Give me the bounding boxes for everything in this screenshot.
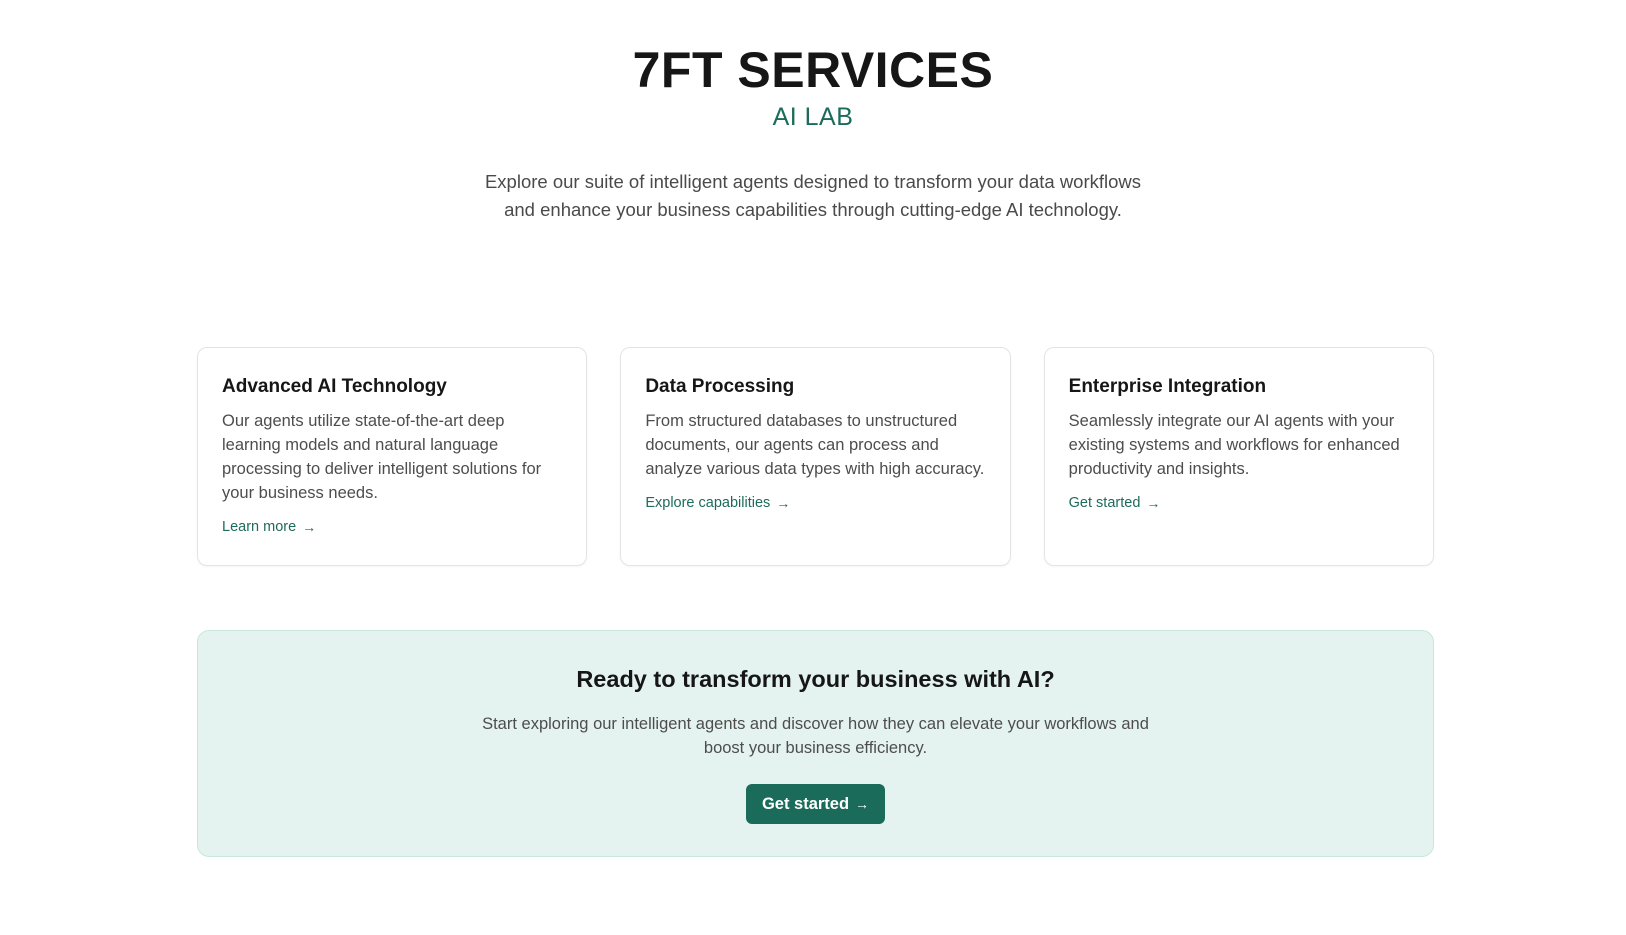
feature-cards: Advanced AI Technology Our agents utiliz… bbox=[197, 347, 1434, 566]
intro-text: Explore our suite of intelligent agents … bbox=[484, 171, 1142, 220]
card-advanced-ai: Advanced AI Technology Our agents utiliz… bbox=[197, 347, 588, 566]
card-title: Advanced AI Technology bbox=[222, 376, 447, 397]
arrow-right-icon: → bbox=[1146, 495, 1161, 511]
link-label: Explore capabilities bbox=[645, 495, 771, 511]
card-title: Enterprise Integration bbox=[1068, 376, 1267, 397]
card-body: Seamlessly integrate our AI agents with … bbox=[1068, 412, 1400, 478]
cta-heading: Ready to transform your business with AI… bbox=[576, 666, 1055, 692]
card-enterprise-integration: Enterprise Integration Seamlessly integr… bbox=[1043, 347, 1434, 566]
page-title: 7FT SERVICES bbox=[632, 42, 994, 98]
explore-capabilities-link[interactable]: Explore capabilities → bbox=[645, 495, 790, 511]
cta-body: Start exploring our intelligent agents a… bbox=[482, 715, 1149, 757]
get-started-button[interactable]: Get started → bbox=[745, 784, 886, 824]
arrow-right-icon: → bbox=[776, 495, 791, 511]
link-label: Get started bbox=[1068, 495, 1141, 511]
card-title: Data Processing bbox=[645, 376, 795, 397]
card-data-processing: Data Processing From structured database… bbox=[620, 347, 1011, 566]
arrow-right-icon: → bbox=[302, 519, 317, 535]
get-started-link[interactable]: Get started → bbox=[1069, 495, 1161, 511]
button-label: Get started bbox=[761, 794, 850, 813]
page-subtitle: AI LAB bbox=[772, 103, 854, 131]
arrow-right-icon: → bbox=[855, 796, 870, 812]
card-body: From structured databases to unstructure… bbox=[645, 412, 985, 478]
cta-section: Ready to transform your business with AI… bbox=[197, 630, 1434, 857]
learn-more-link[interactable]: Learn more → bbox=[222, 519, 316, 535]
link-label: Learn more bbox=[222, 519, 297, 535]
card-body: Our agents utilize state-of-the-art deep… bbox=[222, 412, 542, 502]
hero-section: 7FT SERVICES AI LAB Explore our suite of… bbox=[0, 0, 1626, 224]
